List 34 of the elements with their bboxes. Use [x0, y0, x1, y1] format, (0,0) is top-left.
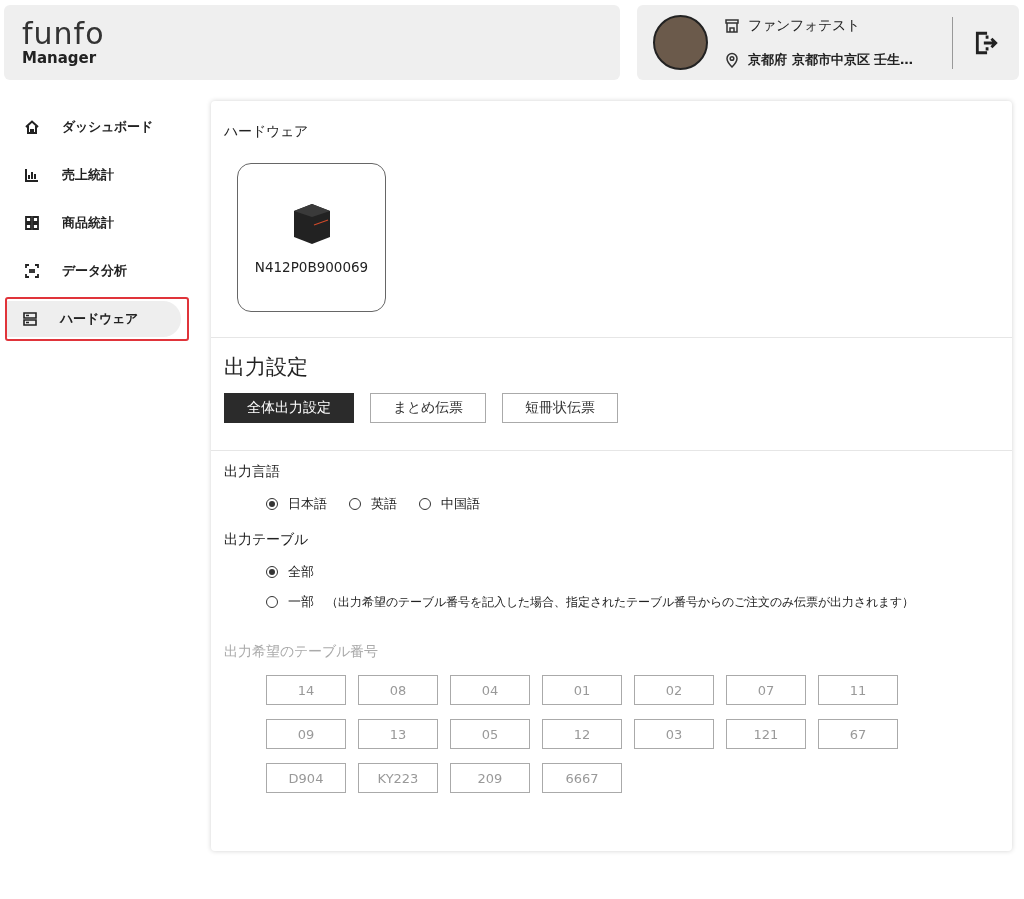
tab[interactable]: 全体出力設定	[224, 393, 354, 423]
location-pin-icon	[724, 51, 740, 68]
store-name: ファンフォテスト	[748, 16, 860, 35]
radio-option[interactable]: 全部	[266, 563, 314, 581]
store-address: 京都府 京都市中京区 壬生…	[748, 50, 914, 69]
radio-option[interactable]: 一部	[266, 593, 314, 611]
home-icon	[24, 119, 40, 135]
sidebar-item[interactable]: 売上統計	[6, 157, 180, 193]
sidebar-item[interactable]: ハードウェア	[7, 301, 181, 337]
sidebar-item[interactable]: 商品統計	[6, 205, 180, 241]
bar-chart-icon	[24, 167, 40, 183]
radio-option[interactable]: 英語	[349, 495, 397, 513]
sidebar-item[interactable]: データ分析	[6, 253, 180, 289]
scan-icon	[24, 263, 40, 279]
photo-placeholder	[653, 15, 708, 70]
section-title: 出力設定	[224, 354, 309, 381]
section-title: ハードウェア	[224, 123, 309, 141]
logo-text: funfo	[22, 19, 106, 49]
tab[interactable]: 短冊状伝票	[502, 393, 618, 423]
radio-option[interactable]: 中国語	[419, 495, 480, 513]
sidebar-item[interactable]: ダッシュボード	[6, 109, 180, 145]
field-label: 出力言語	[224, 463, 281, 481]
grid-icon	[24, 215, 40, 231]
option-note: （出力希望のテーブル番号を記入した場合、指定されたテーブル番号からのご注文のみ伝票が出力されます）	[326, 594, 914, 610]
logout-icon	[973, 29, 999, 56]
tab[interactable]: まとめ伝票	[370, 393, 486, 423]
field-label: 出力テーブル	[224, 531, 309, 549]
radio-option[interactable]: 日本語	[266, 495, 327, 513]
store-icon	[724, 17, 740, 34]
server-icon	[22, 311, 38, 327]
logo-subtitle: Manager	[22, 49, 98, 67]
device-name: N412P0B900069	[254, 258, 369, 275]
field-label: 出力希望のテーブル番号	[224, 643, 379, 661]
device-card[interactable]: N412P0B900069	[237, 163, 386, 312]
